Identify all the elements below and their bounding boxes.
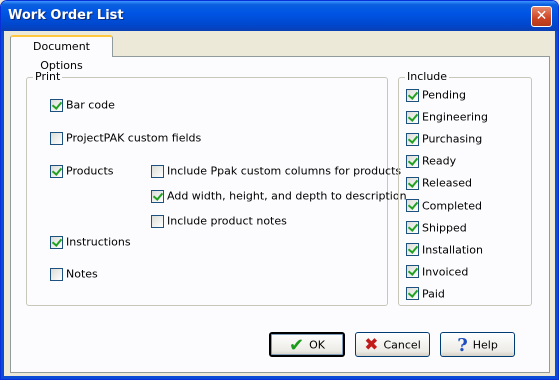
add-dimensions-box[interactable]	[151, 189, 164, 203]
window-border-bottom	[1, 376, 558, 379]
projectpak-custom-fields-label: ProjectPAK custom fields	[66, 131, 202, 145]
include-item-label: Pending	[422, 88, 466, 102]
include-ppak-columns-label: Include Ppak custom columns for products	[167, 164, 402, 178]
close-icon: ✕	[535, 8, 548, 24]
include-ppak-columns-checkbox[interactable]: Include Ppak custom columns for products	[151, 164, 401, 178]
include-item-completed[interactable]: Completed	[406, 199, 482, 213]
ok-button[interactable]: ✔ OK	[269, 332, 345, 357]
include-item-box[interactable]	[406, 199, 419, 212]
include-product-notes-box[interactable]	[151, 214, 164, 228]
projectpak-custom-fields-checkbox[interactable]: ProjectPAK custom fields	[50, 131, 201, 145]
products-box[interactable]	[50, 164, 63, 178]
bar-code-checkbox[interactable]: Bar code	[50, 98, 115, 112]
include-item-box[interactable]	[406, 132, 419, 146]
products-label: Products	[66, 164, 114, 178]
include-item-label: Paid	[422, 287, 445, 301]
include-item-purchasing[interactable]: Purchasing	[406, 132, 482, 146]
work-order-list-dialog: Work Order List ✕ Document Options Print…	[0, 0, 559, 380]
include-item-label: Shipped	[422, 221, 467, 235]
notes-checkbox[interactable]: Notes	[50, 267, 98, 281]
include-item-engineering[interactable]: Engineering	[406, 110, 488, 124]
include-item-shipped[interactable]: Shipped	[406, 221, 467, 235]
projectpak-custom-fields-box[interactable]	[50, 131, 63, 145]
instructions-label: Instructions	[66, 235, 131, 249]
window-title: Work Order List	[8, 8, 124, 23]
ok-label: OK	[309, 338, 325, 352]
question-icon: ?	[457, 334, 468, 356]
include-item-box[interactable]	[406, 287, 419, 301]
include-group: Include Pending Engineering Purchasing Read…	[398, 70, 532, 306]
include-item-label: Engineering	[422, 110, 488, 124]
include-item-paid[interactable]: Paid	[406, 287, 445, 301]
include-group-title: Include	[405, 70, 450, 83]
bar-code-label: Bar code	[66, 98, 115, 112]
products-checkbox[interactable]: Products	[50, 164, 114, 178]
include-item-box[interactable]	[406, 88, 419, 102]
include-product-notes-checkbox[interactable]: Include product notes	[151, 214, 287, 228]
cancel-label: Cancel	[383, 338, 421, 352]
include-item-box[interactable]	[406, 110, 419, 124]
include-ppak-columns-box[interactable]	[151, 164, 164, 178]
notes-box[interactable]	[50, 267, 63, 281]
include-item-label: Completed	[422, 199, 482, 212]
include-item-box[interactable]	[406, 176, 419, 190]
instructions-box[interactable]	[50, 235, 63, 249]
include-item-label: Released	[422, 176, 472, 190]
help-button[interactable]: ? Help	[440, 332, 515, 357]
include-item-box[interactable]	[406, 265, 419, 279]
include-item-ready[interactable]: Ready	[406, 154, 456, 168]
add-dimensions-checkbox[interactable]: Add width, height, and depth to descript…	[151, 189, 407, 203]
window-border-right	[555, 31, 558, 379]
include-item-label: Ready	[422, 154, 457, 168]
tab-document-options[interactable]: Document Options	[10, 35, 113, 72]
print-group: Print Bar code ProjectPAK custom fields …	[26, 70, 407, 306]
include-item-box[interactable]	[406, 154, 419, 168]
help-label: Help	[472, 338, 498, 352]
include-item-pending[interactable]: Pending	[406, 88, 466, 102]
title-bar[interactable]: Work Order List ✕	[1, 1, 558, 31]
close-button[interactable]: ✕	[531, 6, 552, 27]
instructions-checkbox[interactable]: Instructions	[50, 235, 131, 249]
x-icon: ✖	[364, 334, 379, 355]
include-item-label: Purchasing	[422, 132, 483, 146]
include-item-label: Invoiced	[422, 265, 469, 279]
include-product-notes-label: Include product notes	[167, 214, 287, 228]
cancel-button[interactable]: ✖ Cancel	[355, 332, 430, 357]
checkmark-icon: ✔	[289, 334, 305, 356]
include-item-installation[interactable]: Installation	[406, 243, 483, 257]
include-item-box[interactable]	[406, 243, 419, 257]
include-item-box[interactable]	[406, 221, 419, 235]
window-border-left	[1, 31, 4, 379]
include-item-released[interactable]: Released	[406, 176, 472, 190]
include-item-label: Installation	[422, 243, 483, 257]
notes-label: Notes	[66, 267, 98, 281]
add-dimensions-label: Add width, height, and depth to descript…	[167, 189, 407, 203]
include-item-invoiced[interactable]: Invoiced	[406, 265, 468, 279]
bar-code-box[interactable]	[50, 98, 63, 112]
tab-panel-document-options: Print Bar code ProjectPAK custom fields …	[10, 56, 550, 373]
